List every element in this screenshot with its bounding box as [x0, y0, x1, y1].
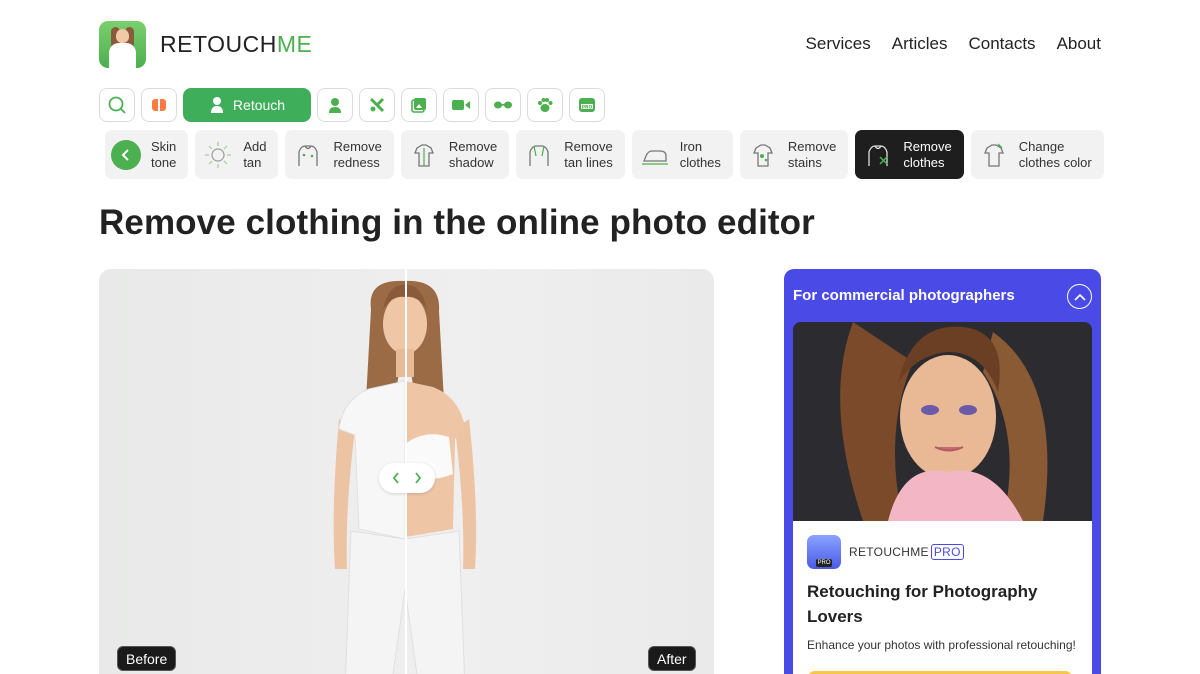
- iron-icon: [640, 140, 670, 170]
- nav-about[interactable]: About: [1057, 34, 1101, 54]
- video-icon: [452, 100, 470, 110]
- tool-add-tan[interactable]: Add tan: [195, 130, 279, 179]
- tool-remove-clothes[interactable]: Remove clothes: [855, 130, 964, 179]
- tool-label: Remove shadow: [448, 138, 498, 170]
- remove-clothes-icon: [863, 140, 893, 170]
- tool-label: Add tan: [243, 138, 267, 170]
- pro-brand: RETOUCHME PRO: [849, 544, 964, 560]
- promo-title: Retouching for Photography Lovers: [807, 582, 1038, 626]
- tool-row: Skin tone Add tan Remove redness Remove shad…: [105, 130, 1104, 179]
- tool-iron-clothes[interactable]: Iron clothes: [631, 130, 733, 179]
- category-retouch-label: Retouch: [232, 97, 286, 113]
- glasses-icon: [494, 101, 512, 109]
- site-header: RETOUCHME Services Articles Contacts Abo…: [99, 20, 1101, 68]
- clothes-color-icon: [979, 140, 1009, 170]
- stains-icon: [748, 140, 778, 170]
- tool-remove-tan-lines[interactable]: Remove tan lines: [516, 130, 625, 179]
- main-nav: Services Articles Contacts About: [806, 34, 1101, 54]
- category-gallery-button[interactable]: [401, 88, 437, 122]
- portrait-icon: [329, 98, 341, 113]
- tan-lines-icon: [524, 140, 554, 170]
- chevron-right-icon: [415, 472, 422, 484]
- shadow-icon: [409, 140, 439, 170]
- nav-services[interactable]: Services: [806, 34, 871, 54]
- category-face-button[interactable]: [141, 88, 177, 122]
- paw-icon: [538, 98, 553, 112]
- tool-label: Skin tone: [151, 138, 177, 170]
- tool-remove-shadow[interactable]: Remove shadow: [400, 130, 510, 179]
- category-tools-button[interactable]: [359, 88, 395, 122]
- retouch-icon: [210, 97, 223, 113]
- after-label: After: [648, 646, 696, 671]
- nav-contacts[interactable]: Contacts: [968, 34, 1035, 54]
- page-title: Remove clothing in the online photo edit…: [99, 203, 815, 242]
- face-icon: [152, 99, 166, 111]
- tool-label: Remove stains: [787, 138, 837, 170]
- category-portrait-button[interactable]: [317, 88, 353, 122]
- pro-icon: PRO: [579, 98, 595, 112]
- category-tabs: Retouch PRO: [99, 88, 605, 122]
- gallery-icon: [411, 98, 426, 113]
- logo-icon: [99, 20, 146, 68]
- nav-articles[interactable]: Articles: [892, 34, 948, 54]
- promo-card: For commercial photographers PRO RETOUCH…: [784, 269, 1101, 674]
- promo-image[interactable]: [793, 322, 1092, 521]
- chevron-left-icon: [392, 472, 399, 484]
- before-after-comparison[interactable]: Before After: [99, 269, 714, 674]
- chevron-up-icon: [1073, 293, 1086, 301]
- tool-skin-tone[interactable]: Skin tone: [105, 130, 189, 179]
- category-retouch-button[interactable]: Retouch: [183, 88, 311, 122]
- back-arrow-icon[interactable]: [111, 139, 141, 170]
- svg-text:PRO: PRO: [582, 104, 593, 110]
- category-search-button[interactable]: [99, 88, 135, 122]
- tool-label: Remove redness: [333, 138, 382, 170]
- before-label: Before: [117, 646, 177, 671]
- search-icon: [108, 96, 126, 114]
- category-glasses-button[interactable]: [485, 88, 521, 122]
- promo-body: PRO RETOUCHME PRO Retouching for Photogra…: [793, 521, 1092, 674]
- tool-remove-redness[interactable]: Remove redness: [285, 130, 394, 179]
- category-pro-button[interactable]: PRO: [569, 88, 605, 122]
- tool-label: Remove tan lines: [564, 138, 613, 170]
- promo-text: Enhance your photos with professional re…: [807, 638, 1076, 652]
- promo-heading: For commercial photographers: [793, 287, 1015, 304]
- tools-icon: [369, 97, 385, 113]
- brand-logo-link[interactable]: RETOUCHME: [99, 20, 313, 68]
- tool-remove-stains[interactable]: Remove stains: [739, 130, 849, 179]
- tool-label: Change clothes color: [1018, 138, 1092, 170]
- retouchme-pro-logo-icon: PRO: [807, 535, 841, 569]
- redness-icon: [293, 140, 323, 170]
- tool-label: Remove clothes: [903, 138, 952, 170]
- collapse-button[interactable]: [1067, 284, 1092, 309]
- brand-name: RETOUCHME: [160, 30, 313, 57]
- category-video-button[interactable]: [443, 88, 479, 122]
- sun-icon: [203, 140, 233, 170]
- tool-label: Iron clothes: [679, 138, 721, 170]
- compare-slider-handle[interactable]: [379, 463, 435, 493]
- category-pets-button[interactable]: [527, 88, 563, 122]
- tool-change-clothes-color[interactable]: Change clothes color: [970, 130, 1104, 179]
